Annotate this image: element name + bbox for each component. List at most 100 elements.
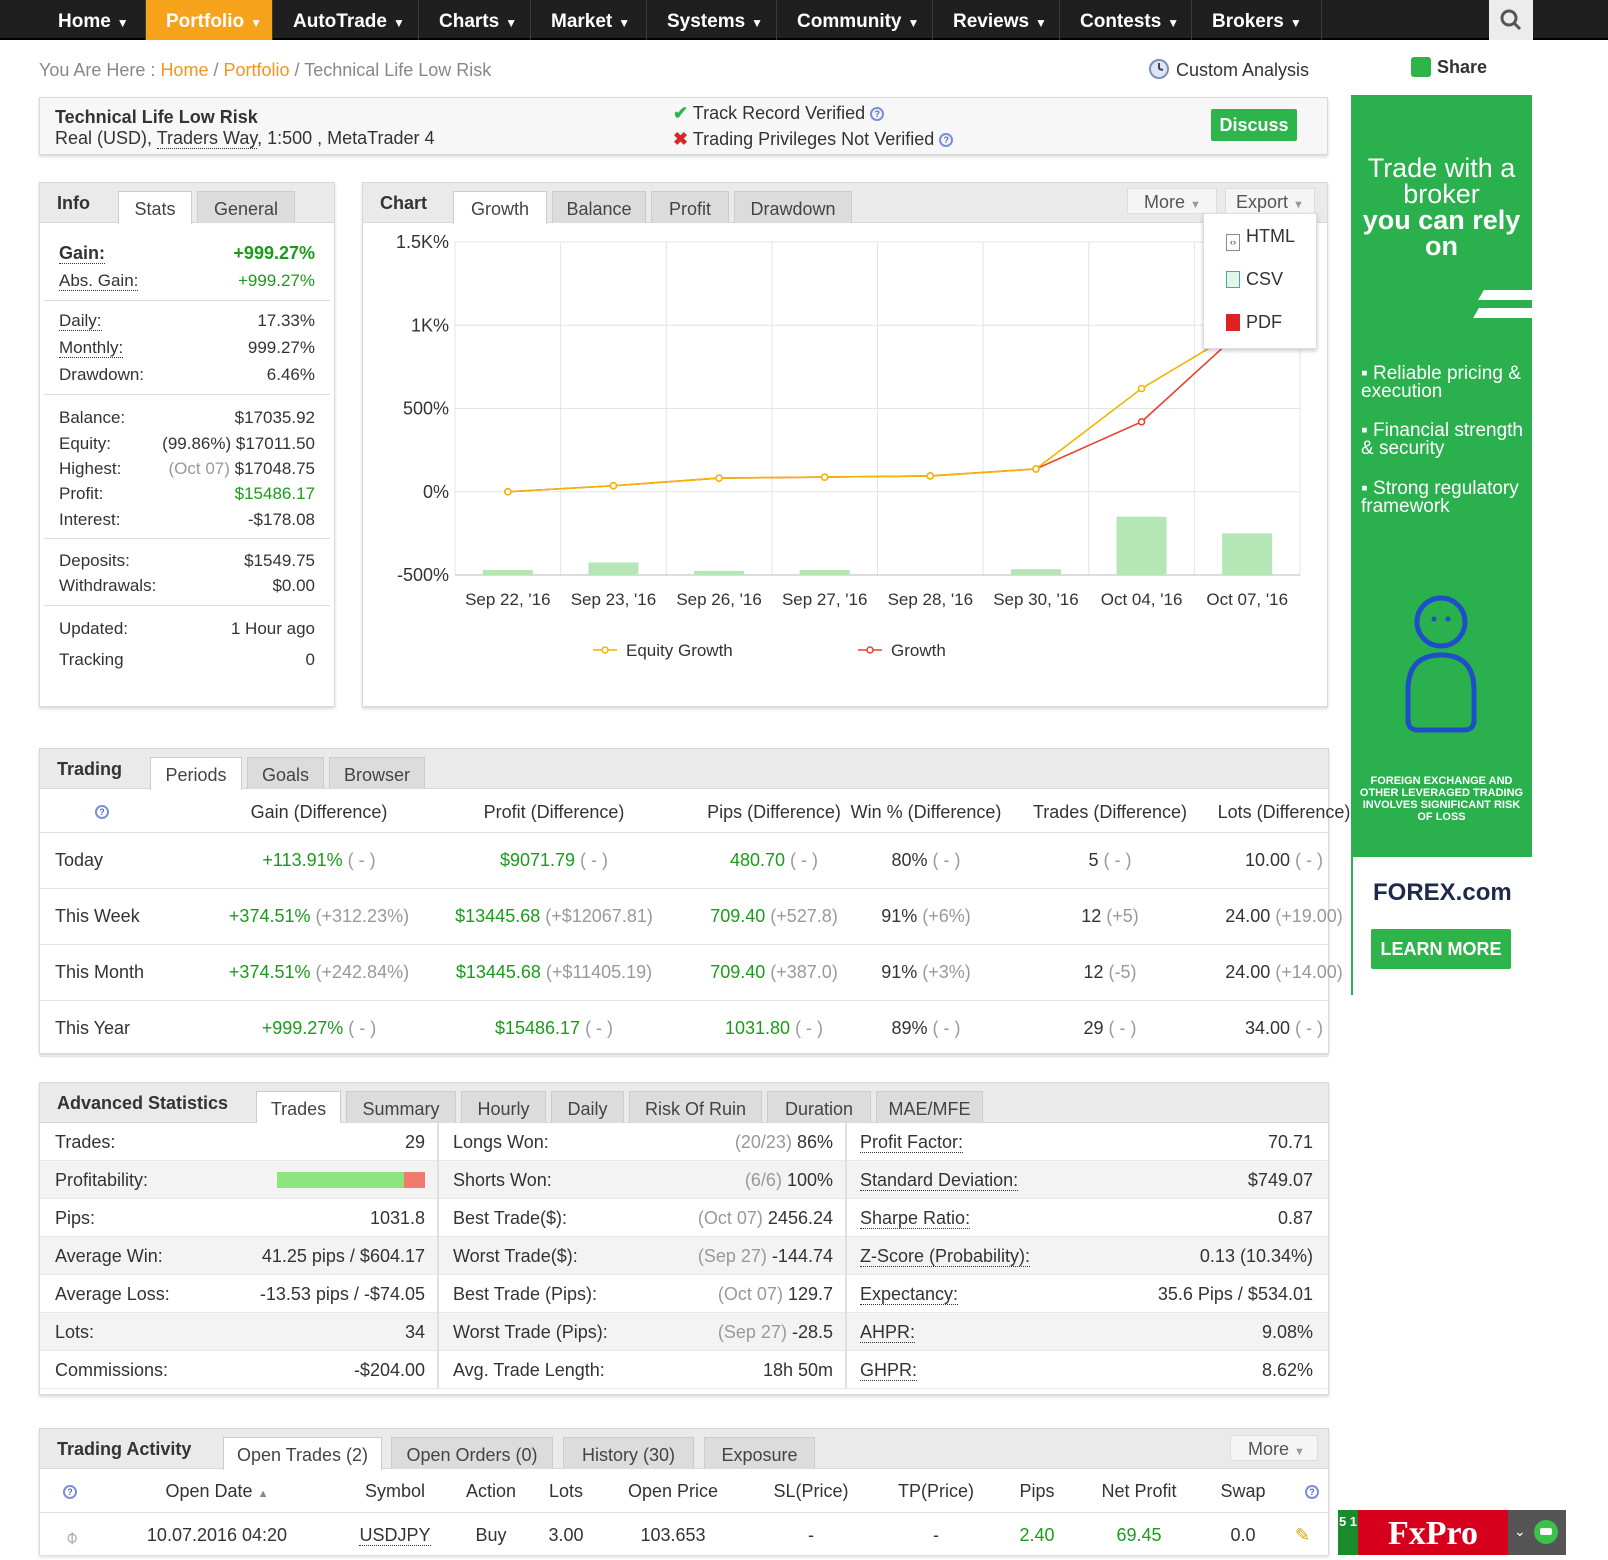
cell-tp: -: [933, 1525, 939, 1545]
fxpro-logo[interactable]: FxPro: [1358, 1510, 1508, 1555]
profitability-bar: [277, 1172, 425, 1188]
activity-more-dropdown[interactable]: More ▼: [1230, 1435, 1318, 1461]
stat-value: 8.62%: [1261, 1360, 1313, 1380]
nav-systems[interactable]: Systems ▼: [647, 0, 777, 40]
tab-stats[interactable]: Stats: [118, 191, 192, 224]
stat-value: (Sep 27) -144.74: [698, 1246, 833, 1267]
table-row: Today +113.91% ( - ) $9071.79 ( - ) 480.70 …: [40, 833, 1328, 889]
bar: [799, 570, 850, 575]
custom-analysis-label: Custom Analysis: [1176, 60, 1310, 80]
custom-analysis-link[interactable]: Custom Analysis: [1148, 58, 1309, 81]
column-header[interactable]: Open Date ▲: [137, 1481, 297, 1502]
divider: [44, 605, 330, 606]
tab-growth[interactable]: Growth: [453, 191, 547, 224]
tab-browser[interactable]: Browser: [329, 757, 425, 789]
share-button[interactable]: Share: [1411, 57, 1487, 78]
nav-home-label: Home: [58, 11, 111, 32]
ad-line3: you can rely: [1362, 205, 1521, 235]
tab-exposure[interactable]: Exposure: [704, 1437, 815, 1469]
equity-value: (99.86%) $17011.50: [162, 434, 315, 454]
stat-sub: (20/23): [734, 1132, 792, 1152]
tab-general[interactable]: General: [197, 191, 295, 223]
divider: [44, 394, 330, 395]
tab-trades[interactable]: Trades: [256, 1091, 341, 1124]
tab-profit[interactable]: Profit: [651, 191, 729, 223]
daily-value: 17.33%: [257, 311, 315, 330]
x-tick-label: Sep 26, '16: [676, 590, 761, 609]
y-tick-label: 1K%: [411, 315, 449, 335]
tab-periods[interactable]: Periods: [150, 757, 242, 790]
info-title: Info: [57, 193, 90, 213]
help-icon[interactable]: ?: [1305, 1485, 1319, 1499]
data-point: [715, 474, 723, 482]
table-cell: +999.27% ( - ): [189, 1018, 449, 1039]
tab-balance[interactable]: Balance: [552, 191, 646, 223]
nav-home[interactable]: Home ▼: [38, 0, 146, 40]
tab-duration[interactable]: Duration: [767, 1091, 871, 1123]
breadcrumb-portfolio-link[interactable]: Portfolio: [223, 60, 289, 80]
nav-autotrade[interactable]: AutoTrade ▼: [273, 0, 419, 40]
daily-label: Daily:: [59, 311, 102, 331]
nav-reviews[interactable]: Reviews ▼: [933, 0, 1060, 40]
tab-daily[interactable]: Daily: [551, 1091, 624, 1123]
nav-contests[interactable]: Contests ▼: [1060, 0, 1192, 40]
stat-value: 29: [404, 1132, 425, 1152]
help-icon[interactable]: ?: [870, 107, 885, 122]
system-title: Technical Life Low Risk: [55, 107, 258, 127]
export-dropdown[interactable]: Export ▼: [1225, 188, 1315, 214]
export-html[interactable]: ‹› HTML: [1226, 226, 1295, 251]
export-csv-label: CSV: [1246, 269, 1284, 289]
export-csv[interactable]: CSV: [1226, 269, 1283, 290]
stat-label: Worst Trade (Pips):: [453, 1322, 608, 1342]
nav-market[interactable]: Market ▼: [531, 0, 647, 40]
share-label: Share: [1437, 57, 1488, 77]
edit-pencil-icon[interactable]: ✎: [1295, 1525, 1310, 1546]
tab-goals[interactable]: Goals: [247, 757, 324, 789]
help-icon[interactable]: ?: [95, 805, 109, 819]
chart-title: Chart: [380, 193, 428, 213]
stat-label: Standard Deviation:: [860, 1170, 1019, 1191]
nav-community[interactable]: Community ▼: [777, 0, 933, 40]
ad-headline: Trade with a broker you can rely on: [1351, 153, 1532, 260]
export-pdf-label: PDF: [1246, 312, 1282, 332]
cell-swap: 0.0: [1230, 1525, 1256, 1545]
tab-open-orders[interactable]: Open Orders (0): [391, 1437, 553, 1469]
column-header[interactable]: Open Price: [593, 1481, 753, 1502]
withdrawals-label: Withdrawals:: [59, 576, 157, 595]
forex-ad-banner[interactable]: Trade with a broker you can rely on ▪ Relia…: [1351, 95, 1532, 857]
cell-difference: (+19.00): [1275, 906, 1343, 926]
tab-history[interactable]: History (30): [563, 1437, 694, 1469]
nav-portfolio[interactable]: Portfolio ▼: [146, 0, 273, 40]
nav-contests-label: Contests: [1080, 11, 1162, 32]
ad-line1: Trade with a: [1367, 153, 1516, 183]
tab-mae-mfe[interactable]: MAE/MFE: [876, 1091, 983, 1123]
tab-hourly[interactable]: Hourly: [461, 1091, 546, 1123]
export-pdf[interactable]: PDF: [1226, 312, 1282, 333]
stat-value: 35.6 Pips / $534.01: [1157, 1284, 1313, 1304]
cell-profit: 69.45: [1116, 1525, 1162, 1545]
tracking-value: 0: [305, 650, 315, 669]
cell-value: $13445.68: [455, 906, 541, 926]
nav-charts[interactable]: Charts ▼: [419, 0, 531, 40]
chat-icon: ⌄: [1514, 1520, 1558, 1544]
help-icon[interactable]: ?: [939, 133, 954, 148]
broker-link[interactable]: Traders Way: [156, 128, 258, 149]
info-panel-header: Info Stats General: [40, 183, 334, 224]
learn-more-button[interactable]: LEARN MORE: [1371, 929, 1511, 969]
trading-table-header: ? Gain (Difference) Profit (Difference) Pip…: [40, 789, 1350, 833]
more-dropdown[interactable]: More ▼: [1127, 188, 1217, 214]
fxpro-chat-button[interactable]: ⌄: [1508, 1510, 1566, 1555]
discuss-button[interactable]: Discuss: [1211, 109, 1297, 141]
tab-drawdown[interactable]: Drawdown: [734, 191, 852, 223]
tab-summary[interactable]: Summary: [346, 1091, 456, 1123]
tab-risk-of-ruin[interactable]: Risk Of Ruin: [629, 1091, 762, 1123]
stat-label: AHPR:: [860, 1322, 916, 1343]
search-button[interactable]: [1489, 0, 1533, 40]
table-row: This Year +999.27% ( - ) $15486.17 ( - ) 10…: [40, 1001, 1328, 1057]
help-icon[interactable]: ?: [63, 1485, 77, 1499]
nav-brokers[interactable]: Brokers ▼: [1192, 0, 1322, 40]
breadcrumb-home-link[interactable]: Home: [160, 60, 208, 80]
stat-label: Worst Trade($):: [453, 1246, 578, 1266]
column-header[interactable]: Swap: [1163, 1481, 1323, 1502]
tab-open-trades[interactable]: Open Trades (2): [223, 1437, 382, 1470]
